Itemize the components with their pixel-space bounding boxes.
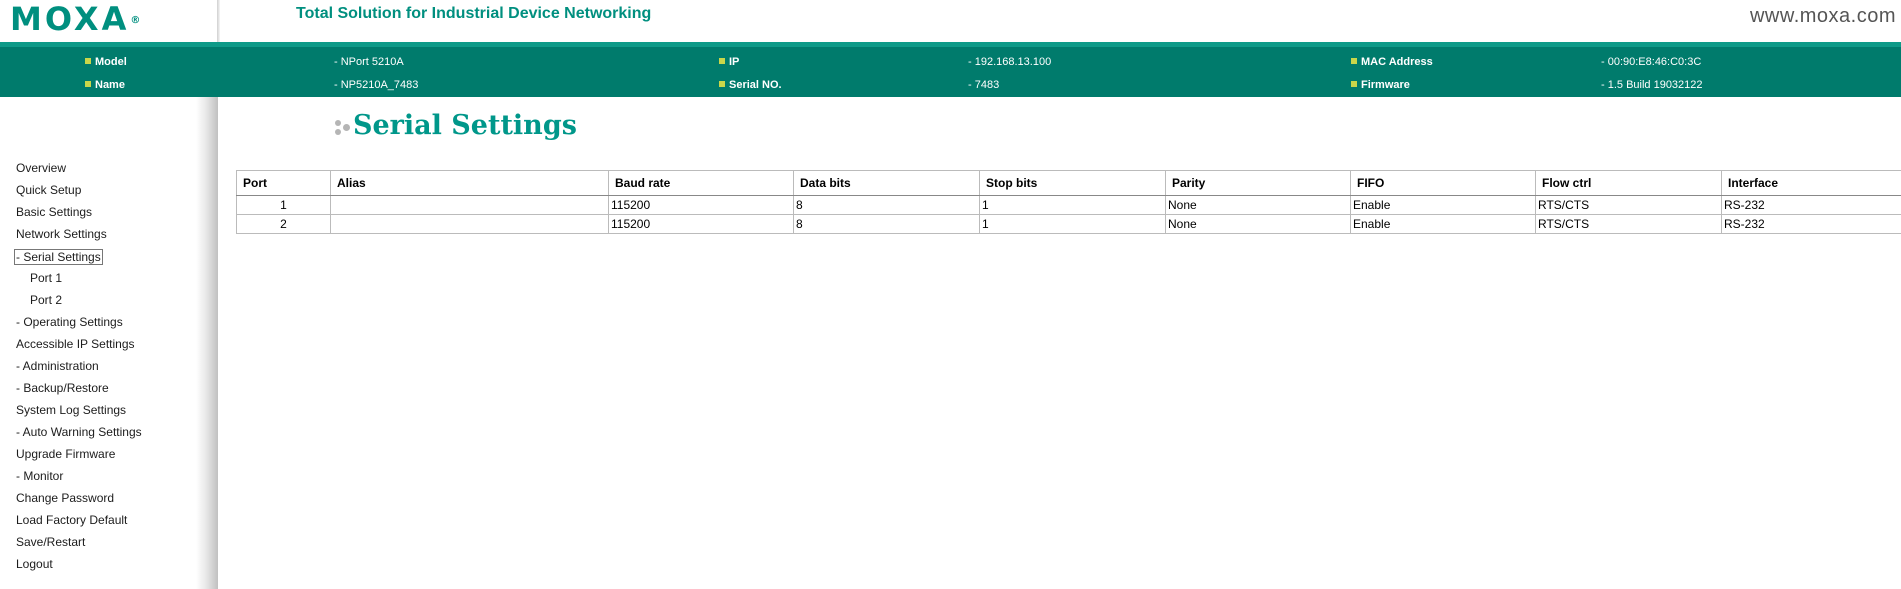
info-serial-label: Serial NO. <box>719 79 782 91</box>
cell-parity: None <box>1165 214 1351 234</box>
registered-mark: ® <box>130 15 141 26</box>
col-header-interface: Interface <box>1721 170 1901 196</box>
col-header-alias: Alias <box>330 170 609 196</box>
sidebar-item-save-restart[interactable]: Save/Restart <box>16 535 85 549</box>
info-name-label: Name <box>85 79 125 91</box>
cell-fifo: Enable <box>1350 214 1536 234</box>
table-row[interactable]: 2 115200 8 1 None Enable RTS/CTS RS-232 <box>236 214 1901 234</box>
bullet-icon <box>1351 58 1357 65</box>
logo-container: MOXA® <box>0 0 218 42</box>
col-header-stop-bits: Stop bits <box>979 170 1166 196</box>
bullet-icon <box>85 58 91 65</box>
cell-parity: None <box>1165 195 1351 215</box>
cell-baud-rate: 115200 <box>608 195 794 215</box>
sidebar-item-accessible-ip[interactable]: Accessible IP Settings <box>16 337 135 351</box>
cell-stop-bits: 1 <box>979 214 1166 234</box>
sidebar-item-auto-warning[interactable]: - Auto Warning Settings <box>16 425 142 439</box>
device-info-bar: Model - NPort 5210A Name - NP5210A_7483 … <box>0 42 1901 97</box>
sidebar-item-overview[interactable]: Overview <box>16 161 66 175</box>
sidebar-item-load-factory-default[interactable]: Load Factory Default <box>16 513 127 527</box>
sidebar-item-change-password[interactable]: Change Password <box>16 491 114 505</box>
sidebar-item-upgrade-firmware[interactable]: Upgrade Firmware <box>16 447 115 461</box>
cell-port: 2 <box>236 214 331 234</box>
info-mac-value: - 00:90:E8:46:C0:3C <box>1601 56 1702 68</box>
col-header-baud-rate: Baud rate <box>608 170 794 196</box>
col-header-fifo: FIFO <box>1350 170 1536 196</box>
website-link[interactable]: www.moxa.com <box>1750 5 1896 28</box>
cell-stop-bits: 1 <box>979 195 1166 215</box>
sidebar-item-basic-settings[interactable]: Basic Settings <box>16 205 92 219</box>
bullet-icon <box>85 81 91 88</box>
cell-alias <box>330 214 609 234</box>
cell-port: 1 <box>236 195 331 215</box>
col-header-flow-ctrl: Flow ctrl <box>1535 170 1722 196</box>
info-mac-label: MAC Address <box>1351 56 1433 68</box>
info-model-value: - NPort 5210A <box>334 56 404 68</box>
moxa-logo: MOXA® <box>10 2 140 36</box>
sidebar-item-serial-settings[interactable]: - Serial Settings <box>14 249 103 265</box>
sidebar-item-port-1[interactable]: Port 1 <box>30 271 62 285</box>
col-header-data-bits: Data bits <box>793 170 980 196</box>
cell-baud-rate: 115200 <box>608 214 794 234</box>
cell-flow-ctrl: RTS/CTS <box>1535 214 1722 234</box>
col-header-port: Port <box>236 170 331 196</box>
col-header-parity: Parity <box>1165 170 1351 196</box>
bullet-icon <box>1351 81 1357 88</box>
info-ip-label: IP <box>719 56 739 68</box>
header-divider <box>217 0 220 42</box>
sidebar-item-system-log[interactable]: System Log Settings <box>16 403 126 417</box>
info-serial-value: - 7483 <box>968 79 1000 91</box>
cell-interface: RS-232 <box>1721 195 1901 215</box>
sidebar-item-administration[interactable]: - Administration <box>16 359 99 373</box>
sidebar-item-logout[interactable]: Logout <box>16 557 53 571</box>
sidebar-item-quick-setup[interactable]: Quick Setup <box>16 183 81 197</box>
sidebar-item-backup-restore[interactable]: - Backup/Restore <box>16 381 109 395</box>
info-model-label: Model <box>85 56 127 68</box>
cell-fifo: Enable <box>1350 195 1536 215</box>
bullet-icon <box>719 58 725 65</box>
page-title: Serial Settings <box>353 110 577 141</box>
bullet-icon <box>719 81 725 88</box>
cell-flow-ctrl: RTS/CTS <box>1535 195 1722 215</box>
serial-settings-table: Port Alias Baud rate Data bits Stop bits… <box>236 170 1901 234</box>
tagline: Total Solution for Industrial Device Net… <box>296 5 652 22</box>
info-firmware-value: - 1.5 Build 19032122 <box>1601 79 1703 91</box>
sidebar-item-network-settings[interactable]: Network Settings <box>16 227 107 241</box>
logo-text: MOXA <box>10 0 130 38</box>
sidebar-item-operating-settings[interactable]: - Operating Settings <box>16 315 123 329</box>
cell-alias <box>330 195 609 215</box>
cell-data-bits: 8 <box>793 214 980 234</box>
sidebar-item-monitor[interactable]: - Monitor <box>16 469 63 483</box>
info-name-value: - NP5210A_7483 <box>334 79 419 91</box>
header: MOXA® Total Solution for Industrial Devi… <box>0 0 1901 42</box>
table-header-row: Port Alias Baud rate Data bits Stop bits… <box>236 170 1901 196</box>
info-firmware-label: Firmware <box>1351 79 1410 91</box>
cell-data-bits: 8 <box>793 195 980 215</box>
info-ip-value: - 192.168.13.100 <box>968 56 1052 68</box>
sidebar-item-port-2[interactable]: Port 2 <box>30 293 62 307</box>
cell-interface: RS-232 <box>1721 214 1901 234</box>
title-dots-icon <box>335 120 351 136</box>
table-row[interactable]: 1 115200 8 1 None Enable RTS/CTS RS-232 <box>236 195 1901 215</box>
